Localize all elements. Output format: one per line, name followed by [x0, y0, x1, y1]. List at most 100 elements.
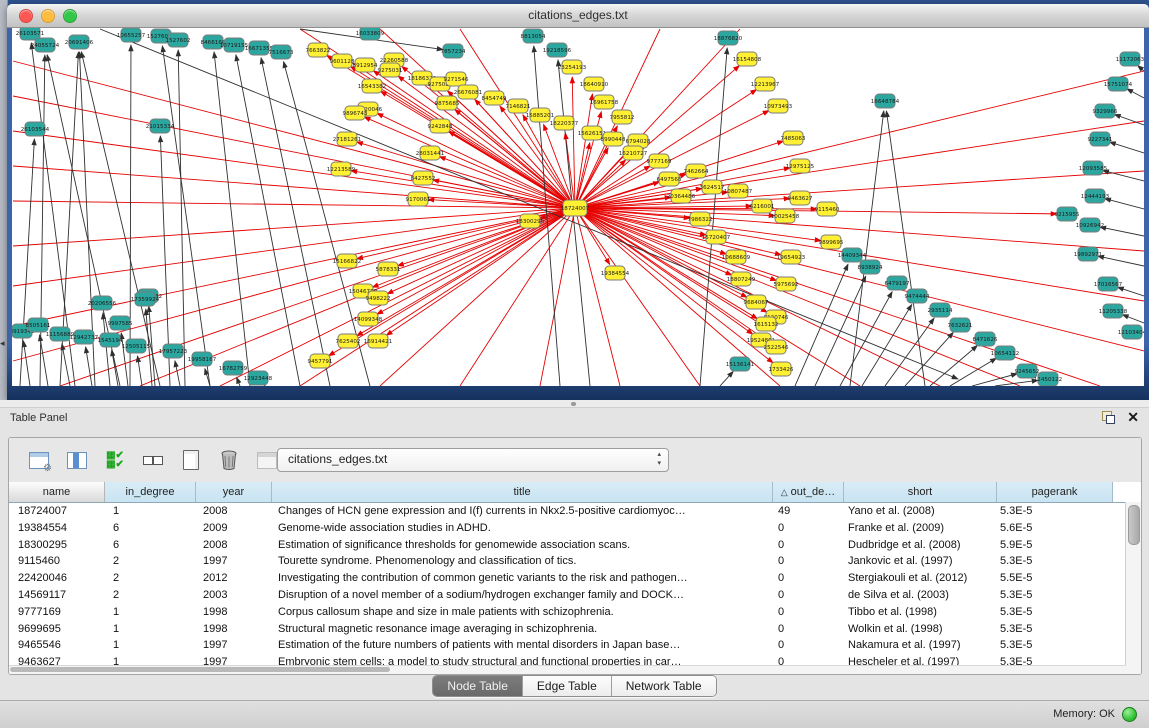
network-node[interactable]: 7462664	[684, 164, 709, 178]
network-node[interactable]: 18640910	[580, 77, 609, 91]
network-node[interactable]: 1545194	[98, 333, 123, 347]
network-node[interactable]: 28031441	[416, 146, 445, 160]
network-node[interactable]: 6497568	[657, 172, 682, 186]
network-node[interactable]: 8990448	[601, 132, 626, 146]
network-node[interactable]: 1527602	[166, 33, 191, 47]
network-node[interactable]: 9457791	[308, 354, 333, 368]
network-node[interactable]: 8912954	[353, 58, 378, 72]
network-node[interactable]: 5975692	[774, 277, 799, 291]
network-node[interactable]: 10655257	[117, 28, 146, 42]
delete-table-icon[interactable]	[217, 448, 241, 472]
network-node[interactable]: 8505161	[26, 318, 51, 332]
network-node[interactable]: 6479197	[885, 276, 910, 290]
network-node[interactable]: 12942737	[70, 330, 99, 344]
network-node[interactable]: 9899695	[819, 235, 844, 249]
network-node[interactable]: 2522546	[764, 340, 789, 354]
network-node[interactable]: 9271546	[444, 72, 469, 86]
network-node[interactable]: 7146821	[506, 99, 531, 113]
hscroll-thumb[interactable]	[10, 667, 390, 672]
float-panel-icon[interactable]	[1102, 411, 1115, 424]
table-row[interactable]: 2242004622012Investigating the contribut…	[9, 570, 1141, 587]
network-node[interactable]: 7663822	[306, 43, 331, 57]
close-panel-icon[interactable]: ✕	[1127, 411, 1139, 424]
network-node[interactable]: 8427552	[411, 171, 436, 185]
network-node[interactable]: 8471626	[973, 332, 998, 346]
tab-node-table[interactable]: Node Table	[433, 676, 523, 696]
network-node[interactable]: 9896743	[343, 106, 368, 120]
network-node[interactable]: 16961758	[590, 95, 619, 109]
minimize-window-icon[interactable]	[41, 9, 55, 23]
network-node[interactable]: 7625402	[336, 334, 361, 348]
network-node[interactable]: 12213967	[751, 77, 780, 91]
network-window-titlebar[interactable]: citations_edges.txt	[7, 4, 1149, 28]
network-node[interactable]: 12975125	[786, 159, 815, 173]
network-node[interactable]: 26103544	[21, 122, 50, 136]
table-row[interactable]: 1830029562008Estimation of significance …	[9, 537, 1141, 554]
sidebar-collapse-arrow[interactable]: ◂	[0, 338, 5, 349]
network-node[interactable]: 16914421	[364, 334, 393, 348]
network-node[interactable]: 19892971	[1074, 247, 1103, 261]
network-node[interactable]: 12450122	[1034, 372, 1062, 386]
table-options-icon[interactable]: ⚙	[27, 448, 51, 472]
network-node[interactable]: 20691406	[65, 35, 94, 49]
vscroll-thumb[interactable]	[1128, 505, 1140, 545]
network-node[interactable]: 18807249	[727, 272, 756, 286]
network-node[interactable]: 9601128	[330, 54, 355, 68]
network-node[interactable]: 2935114	[928, 303, 953, 317]
vertical-scrollbar[interactable]	[1125, 502, 1141, 674]
network-node[interactable]: 16648784	[871, 94, 900, 108]
column-header-out_de[interactable]: △out_de…	[773, 482, 844, 502]
tab-network-table[interactable]: Network Table	[612, 676, 716, 696]
network-window[interactable]: citations_edges.txt 18724007261035712405…	[7, 4, 1149, 400]
network-node[interactable]: 15751074	[1104, 77, 1133, 91]
network-node[interactable]: 12103404	[1118, 325, 1144, 339]
network-node[interactable]: 15885201	[526, 108, 555, 122]
network-node[interactable]: 17016567	[1094, 277, 1123, 291]
network-node[interactable]: 12444193	[1081, 189, 1110, 203]
network-node[interactable]: 9227341	[1088, 132, 1113, 146]
import-table-icon[interactable]	[255, 448, 279, 472]
network-node[interactable]: 12213589	[327, 162, 356, 176]
network-node[interactable]: 9463627	[788, 191, 813, 205]
network-node[interactable]: 16154808	[733, 52, 762, 66]
network-node[interactable]: 16782759	[219, 361, 248, 375]
network-node[interactable]: 7516673	[269, 45, 294, 59]
network-node[interactable]: 23254193	[558, 60, 587, 74]
network-node[interactable]: 24055724	[31, 38, 60, 52]
table-row[interactable]: 946554611997Estimation of the future num…	[9, 637, 1141, 654]
network-node[interactable]: 8938924	[858, 260, 883, 274]
column-header-name[interactable]: name	[9, 482, 105, 502]
network-node[interactable]: 9245652	[1015, 364, 1040, 378]
network-node[interactable]: 10926942	[1076, 218, 1104, 232]
network-node[interactable]: 1733426	[769, 362, 794, 376]
network-node[interactable]: 7857234	[441, 44, 466, 58]
network-node[interactable]: 3624517	[700, 180, 725, 194]
splitter-grip[interactable]	[571, 402, 576, 406]
network-node[interactable]: 10654112	[991, 346, 1019, 360]
column-header-in_degree[interactable]: in_degree	[105, 482, 196, 502]
network-node[interactable]: 9997585	[108, 316, 133, 330]
network-node[interactable]: 7632621	[948, 318, 973, 332]
network-node[interactable]: 15166822	[333, 254, 361, 268]
zoom-window-icon[interactable]	[63, 9, 77, 23]
table-row[interactable]: 1872400712008Changes of HCN gene express…	[9, 503, 1141, 520]
select-all-rows-icon[interactable]: ▦✔▦✔	[103, 448, 127, 472]
table-row[interactable]: 969969511998Structural magnetic resonanc…	[9, 621, 1141, 638]
tab-edge-table[interactable]: Edge Table	[523, 676, 612, 696]
network-node[interactable]: 9474444	[905, 289, 930, 303]
network-node[interactable]: 7955812	[610, 110, 635, 124]
network-node[interactable]: 19218596	[543, 43, 572, 57]
network-node[interactable]: 12505115	[122, 339, 151, 353]
show-hide-columns-icon[interactable]	[65, 448, 89, 472]
network-node[interactable]: 26676081	[454, 85, 483, 99]
unselect-all-rows-icon[interactable]	[141, 448, 165, 472]
table-row[interactable]: 1456911722003Disruption of a novel membe…	[9, 587, 1141, 604]
table-row[interactable]: 911546021997Tourette syndrome. Phenomeno…	[9, 553, 1141, 570]
network-node[interactable]: 9242848	[428, 119, 453, 133]
network-node[interactable]: 16033809	[356, 28, 385, 40]
network-node[interactable]: 19958167	[188, 352, 217, 366]
new-table-icon[interactable]	[179, 448, 203, 472]
table-row[interactable]: 977716911998Corpus callosum shape and si…	[9, 604, 1141, 621]
network-node[interactable]: 9115460	[815, 202, 840, 216]
network-node[interactable]: 9329966	[1093, 104, 1118, 118]
